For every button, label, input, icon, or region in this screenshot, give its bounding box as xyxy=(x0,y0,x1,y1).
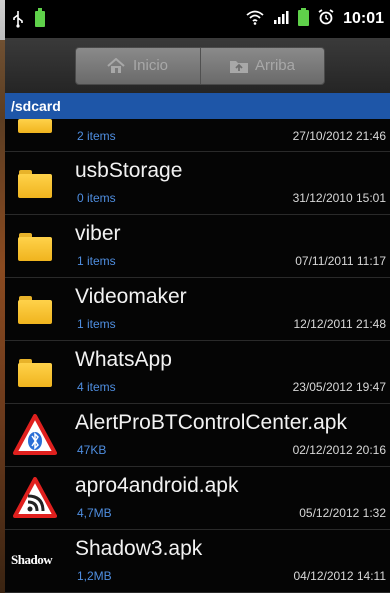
list-item[interactable]: WhatsApp 4 items 23/05/2012 19:47 xyxy=(5,341,390,404)
item-date: 27/10/2012 21:46 xyxy=(292,129,386,143)
alarm-icon xyxy=(318,9,334,29)
wifi-icon xyxy=(246,9,264,29)
item-meta: 1 items xyxy=(77,254,116,268)
battery-icon xyxy=(298,8,310,30)
status-bar: 10:01 xyxy=(5,0,390,38)
item-date: 07/11/2011 11:17 xyxy=(295,254,386,268)
notification-battery-icon xyxy=(35,8,45,27)
shadow-logo-text: Shadow xyxy=(11,552,53,567)
home-icon xyxy=(107,57,125,74)
list-item[interactable]: AlertProBTControlCenter.apk 47KB 02/12/2… xyxy=(5,404,390,467)
home-button-label: Inicio xyxy=(132,57,169,74)
toolbar: Inicio Arriba xyxy=(5,38,390,93)
clock: 10:01 xyxy=(343,10,384,27)
item-date: 04/12/2012 14:11 xyxy=(293,569,386,583)
bluetooth-warning-icon xyxy=(13,414,57,458)
folder-icon xyxy=(18,101,54,137)
toolbar-button-group: Inicio Arriba xyxy=(74,46,325,85)
list-item[interactable]: apro4android.apk 4,7MB 05/12/2012 1:32 xyxy=(5,467,390,530)
item-date: 05/12/2012 1:32 xyxy=(299,506,386,520)
folder-icon xyxy=(18,355,54,391)
item-name: Videomaker xyxy=(75,285,187,308)
item-name: viber xyxy=(75,222,121,245)
item-name: Shadow3.apk xyxy=(75,537,203,560)
list-item[interactable]: Videomaker 1 items 12/12/2011 21:48 xyxy=(5,278,390,341)
home-button[interactable]: Inicio xyxy=(76,48,200,84)
up-button-label: Arriba xyxy=(254,57,295,74)
item-meta: 1 items xyxy=(77,317,116,331)
folder-icon xyxy=(18,229,54,265)
item-meta: 1,2MB xyxy=(77,569,112,583)
item-date: 02/12/2012 20:16 xyxy=(292,443,386,457)
shadow-logo-icon: Shadow xyxy=(5,530,65,590)
file-manager-screen: 10:01 Inicio Arriba /sdcard 2 items 27/1… xyxy=(5,0,390,593)
list-item[interactable]: viber 1 items 07/11/2011 11:17 xyxy=(5,215,390,278)
folder-up-icon xyxy=(229,58,248,74)
item-date: 12/12/2011 21:48 xyxy=(293,317,386,331)
file-list: 2 items 27/10/2012 21:46 usbStorage 0 it… xyxy=(5,119,390,593)
item-meta: 2 items xyxy=(77,129,116,143)
item-meta: 4 items xyxy=(77,380,116,394)
list-item[interactable]: usbStorage 0 items 31/12/2010 15:01 xyxy=(5,152,390,215)
list-item[interactable]: Shadow Shadow3.apk 1,2MB 04/12/2012 14:1… xyxy=(5,530,390,593)
item-name: usbStorage xyxy=(75,159,183,182)
item-name: AlertProBTControlCenter.apk xyxy=(75,411,347,434)
up-button[interactable]: Arriba xyxy=(199,47,324,84)
item-name: apro4android.apk xyxy=(75,474,239,497)
signal-icon xyxy=(273,9,289,29)
rss-warning-icon xyxy=(13,477,57,521)
usb-icon xyxy=(11,10,25,28)
item-meta: 0 items xyxy=(77,191,116,205)
item-meta: 47KB xyxy=(77,443,107,457)
item-name: WhatsApp xyxy=(75,348,172,371)
folder-icon xyxy=(18,166,54,202)
list-item[interactable]: 2 items 27/10/2012 21:46 xyxy=(5,119,390,152)
item-date: 31/12/2010 15:01 xyxy=(292,191,386,205)
item-meta: 4,7MB xyxy=(77,506,112,520)
item-date: 23/05/2012 19:47 xyxy=(292,380,386,394)
folder-icon xyxy=(18,292,54,328)
current-path: /sdcard xyxy=(5,93,390,119)
